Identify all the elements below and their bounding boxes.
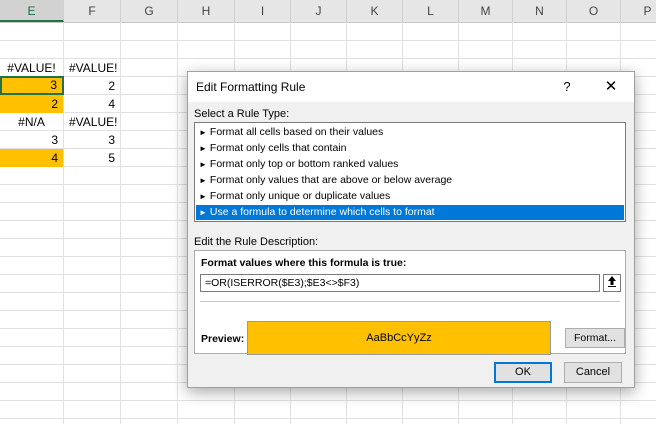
column-header-i[interactable]: I: [235, 0, 291, 22]
formula-title: Format values where this formula is true…: [201, 257, 407, 269]
cell-f7[interactable]: 5: [64, 149, 120, 167]
arrow-right-icon: ►: [199, 160, 207, 169]
help-icon[interactable]: ?: [554, 76, 580, 98]
dialog-titlebar[interactable]: Edit Formatting Rule ? ✕: [188, 72, 634, 102]
cell-e7[interactable]: 4: [0, 149, 63, 167]
cancel-button[interactable]: Cancel: [564, 362, 622, 383]
rule-type-item[interactable]: ► Format only cells that contain: [196, 141, 624, 156]
close-icon[interactable]: ✕: [596, 76, 626, 98]
formula-input[interactable]: =OR(ISERROR($E3);$E3<>$F3): [200, 274, 600, 292]
column-headers: E F G H I J K L M N O P: [0, 0, 656, 23]
column-header-o[interactable]: O: [567, 0, 621, 22]
rule-type-item[interactable]: ► Format only top or bottom ranked values: [196, 157, 624, 172]
dialog-title: Edit Formatting Rule: [196, 80, 306, 94]
arrow-right-icon: ►: [199, 208, 207, 217]
cell-f2[interactable]: #VALUE!: [64, 59, 120, 77]
rule-type-item-selected[interactable]: ► Use a formula to determine which cells …: [196, 205, 624, 220]
cell-f4[interactable]: 4: [64, 95, 120, 113]
cell-f6[interactable]: 3: [64, 131, 120, 149]
column-header-f[interactable]: F: [64, 0, 121, 22]
column-header-k[interactable]: K: [347, 0, 403, 22]
preview-box: AaBbCcYyZz: [247, 321, 551, 355]
column-header-e[interactable]: E: [0, 0, 64, 22]
rule-description-panel: Format values where this formula is true…: [194, 250, 626, 355]
cell-e5[interactable]: #N/A: [0, 113, 63, 131]
arrow-right-icon: ►: [199, 144, 207, 153]
cell-f3[interactable]: 2: [64, 77, 120, 95]
format-button[interactable]: Format...: [565, 328, 625, 348]
column-header-g[interactable]: G: [121, 0, 178, 22]
rule-type-item[interactable]: ► Format only unique or duplicate values: [196, 189, 624, 204]
cell-e4[interactable]: 2: [0, 95, 63, 113]
cell-e3-active[interactable]: 3: [0, 76, 64, 95]
column-header-m[interactable]: M: [459, 0, 513, 22]
rule-type-item[interactable]: ► Format only values that are above or be…: [196, 173, 624, 188]
arrow-right-icon: ►: [199, 176, 207, 185]
cell-e6[interactable]: 3: [0, 131, 63, 149]
column-header-h[interactable]: H: [178, 0, 235, 22]
ok-button[interactable]: OK: [494, 362, 552, 383]
select-rule-type-label: Select a Rule Type:: [194, 108, 290, 120]
column-header-l[interactable]: L: [403, 0, 459, 22]
rule-type-item[interactable]: ► Format all cells based on their values: [196, 125, 624, 140]
column-header-j[interactable]: J: [291, 0, 347, 22]
edit-description-label: Edit the Rule Description:: [194, 236, 319, 248]
column-header-n[interactable]: N: [513, 0, 567, 22]
preview-label: Preview:: [201, 333, 245, 345]
rule-type-list[interactable]: ► Format all cells based on their values …: [194, 122, 626, 222]
edit-formatting-rule-dialog: Edit Formatting Rule ? ✕ Select a Rule T…: [187, 71, 635, 388]
arrow-right-icon: ►: [199, 128, 207, 137]
cell-e2[interactable]: #VALUE!: [0, 59, 63, 77]
divider: [200, 301, 620, 302]
arrow-right-icon: ►: [199, 192, 207, 201]
collapse-dialog-icon[interactable]: [603, 274, 621, 292]
column-header-p[interactable]: P: [621, 0, 656, 22]
cell-f5[interactable]: #VALUE!: [64, 113, 120, 131]
